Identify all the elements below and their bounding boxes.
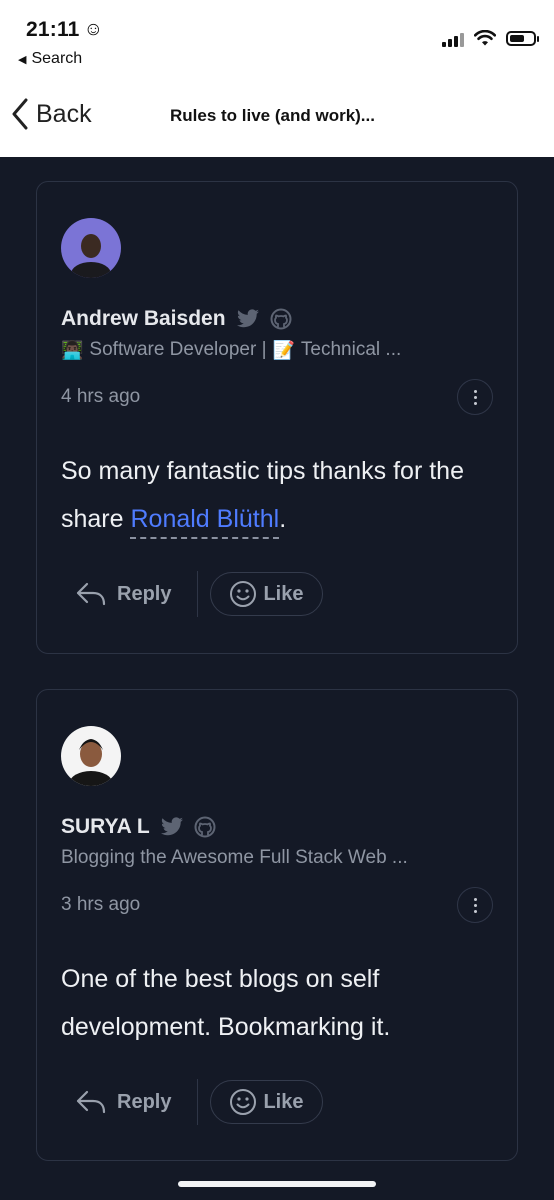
back-to-search[interactable]: ◀ Search <box>18 50 82 68</box>
mention-link[interactable]: Ronald Blüthl <box>130 505 280 539</box>
twitter-icon[interactable] <box>160 817 184 837</box>
comment-card: Andrew Baisden 👨🏿‍💻 Software Developer |… <box>36 181 518 654</box>
reply-icon <box>76 1090 106 1114</box>
home-indicator[interactable] <box>178 1181 376 1187</box>
twitter-icon[interactable] <box>236 309 260 329</box>
comment-text: . <box>279 505 287 533</box>
status-icons <box>442 30 539 47</box>
page-title: Rules to live (and work)... <box>170 106 375 125</box>
bio-text: Blogging the Awesome Full Stack Web ... <box>61 847 408 868</box>
more-icon <box>473 389 477 405</box>
social-links <box>160 816 216 838</box>
bio-text: Software Developer | <box>89 339 267 360</box>
back-triangle-icon: ◀ <box>18 53 27 66</box>
status-time: 21:11 ☺ <box>26 18 103 42</box>
comment-card: SURYA L Blogging the Awesome Full Stack … <box>36 689 518 1161</box>
author-bio: 👨🏿‍💻 Software Developer | 📝 Technical ..… <box>61 339 401 361</box>
author-row: SURYA L <box>61 815 216 839</box>
time-ago: 3 hrs ago <box>61 894 141 915</box>
wifi-icon <box>474 30 496 46</box>
technologist-emoji: 👨🏿‍💻 <box>61 339 84 360</box>
back-button-label: Back <box>36 99 92 128</box>
nav-row: Back Rules to live (and work)... <box>0 95 554 139</box>
github-icon[interactable] <box>270 308 292 330</box>
avatar[interactable] <box>61 218 121 278</box>
chevron-left-icon <box>12 98 28 130</box>
top-bar: 21:11 ☺ ◀ Search Back Rules to live (and… <box>0 0 554 157</box>
like-smiley-icon <box>230 1089 257 1115</box>
comment-body: So many fantastic tips thanks for the sh… <box>61 447 501 543</box>
time-ago: 4 hrs ago <box>61 386 141 407</box>
author-bio: Blogging the Awesome Full Stack Web ... <box>61 847 408 869</box>
github-icon[interactable] <box>194 816 216 838</box>
avatar[interactable] <box>61 726 121 786</box>
author-row: Andrew Baisden <box>61 307 292 331</box>
reply-label: Reply <box>117 582 172 605</box>
back-to-search-label: Search <box>31 50 83 67</box>
like-button[interactable]: Like <box>210 1080 323 1124</box>
bio-text: Technical ... <box>300 339 402 360</box>
reply-label: Reply <box>117 1090 172 1113</box>
divider <box>197 571 199 617</box>
social-links <box>236 308 292 330</box>
reply-button[interactable]: Reply <box>61 571 185 617</box>
divider <box>197 1079 199 1125</box>
more-icon <box>473 897 477 913</box>
signal-icon <box>442 31 464 47</box>
more-button[interactable] <box>457 379 493 415</box>
like-label: Like <box>263 1090 304 1113</box>
more-button[interactable] <box>457 887 493 923</box>
battery-icon <box>506 31 539 46</box>
memo-emoji: 📝 <box>272 339 295 360</box>
like-smiley-icon <box>230 581 257 607</box>
comment-actions: Reply Like <box>61 1079 323 1125</box>
back-button[interactable]: Back <box>10 97 92 131</box>
reply-button[interactable]: Reply <box>61 1079 185 1125</box>
reply-icon <box>76 582 106 606</box>
author-name[interactable]: Andrew Baisden <box>61 307 226 331</box>
comment-body: One of the best blogs on self developmen… <box>61 965 391 1041</box>
like-button[interactable]: Like <box>210 572 323 616</box>
comment-actions: Reply Like <box>61 571 323 617</box>
smiley-status-icon: ☺ <box>83 19 104 40</box>
author-name[interactable]: SURYA L <box>61 815 150 839</box>
status-time-text: 21:11 <box>26 18 80 41</box>
like-label: Like <box>263 582 304 605</box>
